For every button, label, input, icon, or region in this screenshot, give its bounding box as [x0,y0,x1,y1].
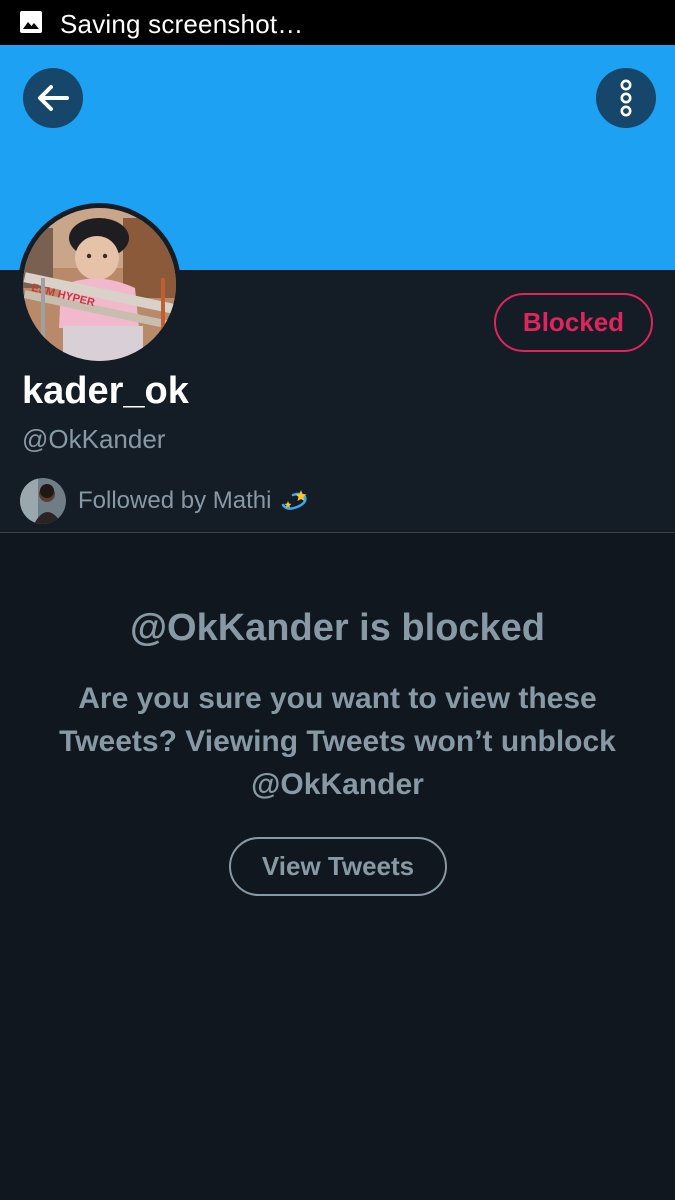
followed-by-text: Followed by Mathi [78,487,272,514]
profile-avatar[interactable]: ESM HYPER [18,203,181,366]
arrow-left-icon [38,85,69,111]
blocked-title: @OkKander is blocked [129,607,546,649]
followed-by-row[interactable]: Followed by Mathi [20,478,311,524]
display-name: kader_ok [22,370,189,412]
blocked-button[interactable]: Blocked [494,293,653,352]
dizzy-icon [282,490,307,510]
back-button[interactable] [23,68,83,128]
view-tweets-button[interactable]: View Tweets [229,837,447,896]
image-icon [20,11,42,33]
follower-avatar [20,478,66,524]
blocked-message: Are you sure you want to view these Twee… [59,682,616,801]
more-vertical-icon [620,79,632,117]
status-text: Saving screenshot… [60,9,304,39]
profile-handle: @OkKander [22,424,166,454]
more-options-button[interactable] [596,68,656,128]
status-bar: Saving screenshot… [0,0,675,45]
avatar-photo: ESM HYPER [23,208,176,361]
